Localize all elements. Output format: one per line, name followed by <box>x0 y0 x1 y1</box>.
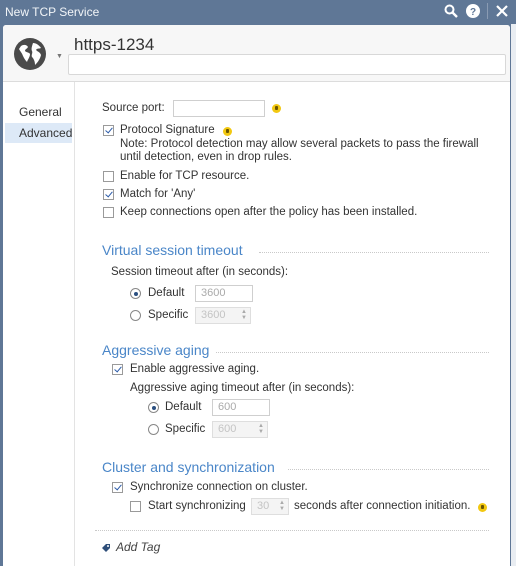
section-divider <box>216 352 489 353</box>
session-specific-spinner[interactable]: 3600 ▲ ▼ <box>195 307 251 324</box>
session-default-value: 3600 <box>195 285 253 302</box>
globe-icon[interactable] <box>13 37 47 71</box>
source-port-input[interactable] <box>173 100 265 117</box>
cluster-title: Cluster and synchronization <box>102 459 275 475</box>
titlebar-separator <box>487 3 488 19</box>
close-icon[interactable] <box>494 3 510 19</box>
aging-specific-spinner[interactable]: 600 ▲ ▼ <box>212 421 268 438</box>
session-specific-radio[interactable] <box>130 310 141 321</box>
svg-text:?: ? <box>470 7 476 18</box>
footer-divider <box>95 530 489 531</box>
object-name[interactable]: https-1234 <box>74 35 154 55</box>
session-specific-value: 3600 <box>201 309 226 321</box>
help-icon[interactable]: ? <box>465 3 481 19</box>
start-sync-checkbox[interactable] <box>130 501 141 512</box>
aggressive-aging-title: Aggressive aging <box>102 342 210 358</box>
tip-icon[interactable] <box>223 127 232 136</box>
start-sync-label: Start synchronizing <box>148 500 246 512</box>
protocol-signature-checkbox[interactable] <box>103 125 114 136</box>
virtual-session-title: Virtual session timeout <box>102 242 243 258</box>
start-sync-spinner[interactable]: 30 ▲ ▼ <box>251 498 289 515</box>
enable-tcp-resource-checkbox[interactable] <box>103 171 114 182</box>
aggressive-timeout-label: Aggressive aging timeout after (in secon… <box>130 382 355 394</box>
session-default-radio[interactable] <box>130 288 141 299</box>
enable-aggressive-aging-checkbox[interactable] <box>112 364 123 375</box>
enable-tcp-resource-label: Enable for TCP resource. <box>120 170 250 182</box>
tip-icon[interactable] <box>272 104 281 113</box>
background-window-edge <box>511 24 516 566</box>
sync-connection-label: Synchronize connection on cluster. <box>130 481 308 493</box>
chevron-down-icon[interactable]: ▼ <box>56 53 63 60</box>
aging-specific-value: 600 <box>218 423 237 435</box>
protocol-signature-note-line2: until detection, even in drop rules. <box>120 151 292 163</box>
match-any-checkbox[interactable] <box>103 189 114 200</box>
source-port-label: Source port: <box>102 102 165 114</box>
spinner-arrows-icon[interactable]: ▲ ▼ <box>258 423 264 435</box>
keep-connections-label: Keep connections open after the policy h… <box>120 206 418 218</box>
session-specific-label: Specific <box>148 309 189 321</box>
start-sync-after-label: seconds after connection initiation. <box>294 500 471 512</box>
sync-connection-checkbox[interactable] <box>112 482 123 493</box>
advanced-panel: Source port: Protocol Signature Note: Pr… <box>75 82 510 566</box>
add-tag-link[interactable]: Add Tag <box>116 540 160 554</box>
sidebar: General Advanced <box>3 82 75 566</box>
window-title: New TCP Service <box>5 5 100 19</box>
aging-default-value: 600 <box>212 399 270 416</box>
session-default-label: Default <box>148 287 185 299</box>
aging-specific-label: Specific <box>165 423 206 435</box>
sidebar-item-advanced[interactable]: Advanced <box>5 123 72 143</box>
aging-default-radio[interactable] <box>148 402 159 413</box>
window-titlebar: New TCP Service ? <box>0 0 516 24</box>
match-any-label: Match for 'Any' <box>120 188 196 200</box>
section-divider <box>288 469 489 470</box>
tip-icon[interactable] <box>478 503 487 512</box>
protocol-signature-label: Protocol Signature <box>120 124 215 136</box>
aging-default-label: Default <box>165 401 202 413</box>
tag-icon[interactable] <box>101 542 111 552</box>
spinner-arrows-icon[interactable]: ▲ ▼ <box>279 500 285 512</box>
comment-input[interactable] <box>68 54 506 75</box>
sidebar-item-general[interactable]: General <box>5 102 72 122</box>
aging-specific-radio[interactable] <box>148 424 159 435</box>
protocol-signature-note-line1: Note: Protocol detection may allow sever… <box>120 138 479 150</box>
keep-connections-checkbox[interactable] <box>103 207 114 218</box>
section-divider <box>259 252 489 253</box>
session-timeout-label: Session timeout after (in seconds): <box>111 266 289 278</box>
enable-aggressive-aging-label: Enable aggressive aging. <box>130 363 260 375</box>
object-header: ▼ https-1234 <box>3 25 510 82</box>
spinner-arrows-icon[interactable]: ▲ ▼ <box>241 309 247 321</box>
search-icon[interactable] <box>443 3 459 19</box>
dialog: ▼ https-1234 General Advanced Source por… <box>3 25 510 566</box>
start-sync-value: 30 <box>257 500 270 512</box>
